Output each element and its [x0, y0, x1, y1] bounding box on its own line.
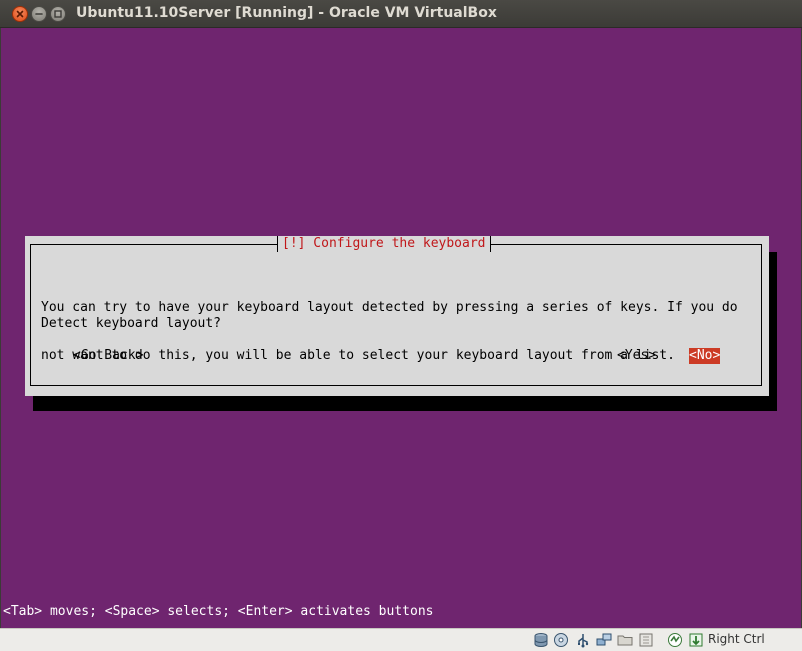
window-title: Ubuntu11.10Server [Running] - Oracle VM … [76, 5, 497, 21]
close-window-button[interactable] [12, 6, 28, 22]
dialog-question: Detect keyboard layout? [41, 316, 222, 331]
optical-drive-icon[interactable] [553, 632, 569, 648]
guest-console[interactable]: [!] Configure the keyboard You can try t… [1, 28, 801, 628]
yes-button[interactable]: <Yes> [617, 348, 656, 364]
usb-icon[interactable] [575, 632, 591, 648]
display-icon[interactable] [638, 632, 654, 648]
configure-keyboard-dialog: [!] Configure the keyboard You can try t… [25, 236, 769, 396]
no-button[interactable]: <No> [689, 348, 721, 364]
key-hint-line: <Tab> moves; <Space> selects; <Enter> ac… [3, 604, 434, 619]
dialog-message-line: You can try to have your keyboard layout… [41, 300, 738, 315]
dialog-title: [!] Configure the keyboard [277, 236, 491, 252]
minimize-icon [35, 13, 43, 15]
dialog-message: You can try to have your keyboard layout… [41, 268, 757, 396]
maximize-icon [54, 10, 62, 18]
minimize-window-button[interactable] [31, 6, 47, 22]
hard-disk-icon[interactable] [533, 632, 549, 648]
network-icon[interactable] [596, 632, 612, 648]
virtualization-icon[interactable] [667, 632, 683, 648]
maximize-window-button[interactable] [50, 6, 66, 22]
shared-folder-icon[interactable] [617, 632, 633, 648]
mouse-integration-icon[interactable] [688, 632, 704, 648]
virtualbox-window: Ubuntu11.10Server [Running] - Oracle VM … [0, 0, 802, 651]
host-key-label: Right Ctrl [708, 632, 765, 646]
go-back-button[interactable]: <Go Back> [73, 348, 143, 364]
title-bar[interactable]: Ubuntu11.10Server [Running] - Oracle VM … [0, 0, 802, 28]
close-icon [16, 10, 24, 18]
status-bar: Right Ctrl [0, 628, 802, 651]
